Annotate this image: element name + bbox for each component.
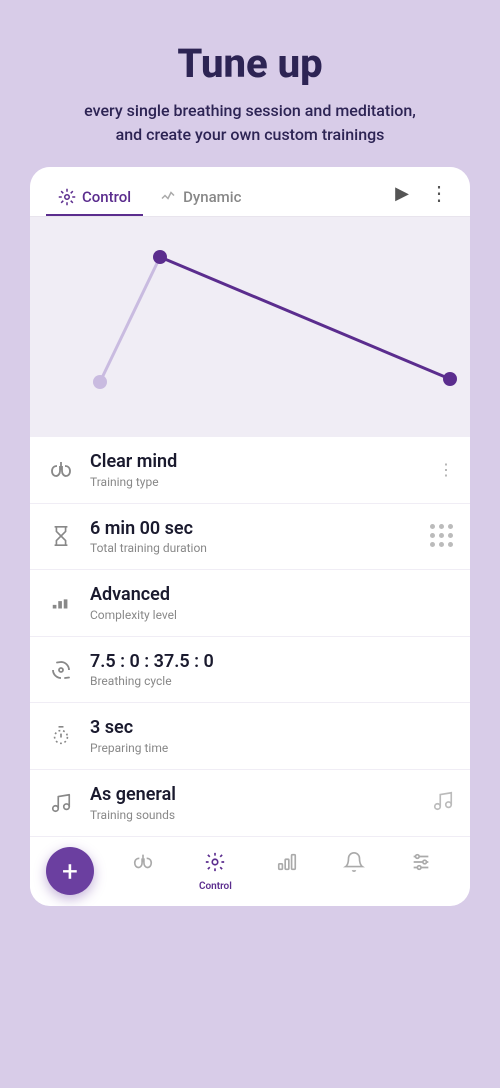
nav-control-label: Control bbox=[199, 881, 232, 892]
tab-dynamic-label: Dynamic bbox=[183, 188, 241, 206]
row-sounds: As general Training sounds bbox=[30, 770, 470, 836]
nav-stats[interactable] bbox=[268, 847, 306, 896]
tab-dynamic[interactable]: Dynamic bbox=[147, 180, 253, 216]
preparing-value: 3 sec bbox=[90, 717, 454, 739]
tab-actions: ▶ ⋮ bbox=[391, 179, 454, 216]
nav-control-icon bbox=[204, 851, 226, 878]
row-complexity: Advanced Complexity level bbox=[30, 570, 470, 637]
hero-section: Tune up every single breathing session a… bbox=[0, 0, 500, 167]
hero-title: Tune up bbox=[30, 40, 470, 87]
preparing-label: Preparing time bbox=[90, 741, 454, 755]
breathing-cycle-content: 7.5 : 0 : 37.5 : 0 Breathing cycle bbox=[90, 651, 454, 689]
control-tab-icon bbox=[58, 188, 76, 206]
dynamic-tab-icon bbox=[159, 188, 177, 206]
nav-control[interactable]: Control bbox=[191, 847, 240, 896]
sounds-content: As general Training sounds bbox=[90, 784, 418, 822]
fab-button[interactable]: + bbox=[46, 847, 94, 895]
nav-sliders-icon bbox=[410, 851, 432, 878]
duration-label: Total training duration bbox=[90, 541, 416, 555]
row-breathing-cycle: 7.5 : 0 : 37.5 : 0 Breathing cycle bbox=[30, 637, 470, 704]
info-list: Clear mind Training type ⋮ 6 min 00 sec … bbox=[30, 437, 470, 836]
sounds-value: As general bbox=[90, 784, 418, 806]
nav-sliders[interactable] bbox=[402, 847, 440, 896]
play-button[interactable]: ▶ bbox=[391, 181, 413, 206]
training-type-content: Clear mind Training type bbox=[90, 451, 424, 489]
nav-bell-icon bbox=[343, 851, 365, 878]
music-note-icon bbox=[46, 788, 76, 818]
nav-stats-icon bbox=[276, 851, 298, 878]
cycle-icon bbox=[46, 655, 76, 685]
complexity-content: Advanced Complexity level bbox=[90, 584, 454, 622]
tab-control-label: Control bbox=[82, 188, 131, 206]
bottom-nav: + Control bbox=[30, 836, 470, 906]
sounds-action[interactable] bbox=[432, 790, 454, 816]
training-type-label: Training type bbox=[90, 475, 424, 489]
row-training-type: Clear mind Training type ⋮ bbox=[30, 437, 470, 504]
breathing-cycle-label: Breathing cycle bbox=[90, 674, 454, 688]
nav-bell[interactable] bbox=[335, 847, 373, 896]
complexity-value: Advanced bbox=[90, 584, 454, 606]
complexity-label: Complexity level bbox=[90, 608, 454, 622]
hourglass-icon bbox=[46, 521, 76, 551]
training-type-value: Clear mind bbox=[90, 451, 424, 473]
duration-action[interactable] bbox=[430, 524, 454, 548]
hero-subtitle: every single breathing session and medit… bbox=[30, 99, 470, 147]
nav-lungs[interactable] bbox=[124, 847, 162, 896]
duration-value: 6 min 00 sec bbox=[90, 518, 416, 540]
preparing-content: 3 sec Preparing time bbox=[90, 717, 454, 755]
chart-area bbox=[30, 217, 470, 437]
row-preparing: 3 sec Preparing time bbox=[30, 703, 470, 770]
tab-control[interactable]: Control bbox=[46, 180, 143, 216]
lungs-icon bbox=[46, 455, 76, 485]
steps-icon bbox=[46, 588, 76, 618]
breathing-cycle-value: 7.5 : 0 : 37.5 : 0 bbox=[90, 651, 454, 673]
training-type-action[interactable]: ⋮ bbox=[438, 460, 454, 479]
tab-bar: Control Dynamic ▶ ⋮ bbox=[30, 167, 470, 217]
nav-lungs-icon bbox=[132, 851, 154, 878]
main-card: Control Dynamic ▶ ⋮ bbox=[30, 167, 470, 906]
nav-items: Control bbox=[110, 847, 454, 896]
more-button[interactable]: ⋮ bbox=[425, 179, 454, 208]
duration-content: 6 min 00 sec Total training duration bbox=[90, 518, 416, 556]
timer-icon bbox=[46, 721, 76, 751]
breathing-chart bbox=[30, 217, 470, 437]
row-duration: 6 min 00 sec Total training duration bbox=[30, 504, 470, 571]
sounds-label: Training sounds bbox=[90, 808, 418, 822]
